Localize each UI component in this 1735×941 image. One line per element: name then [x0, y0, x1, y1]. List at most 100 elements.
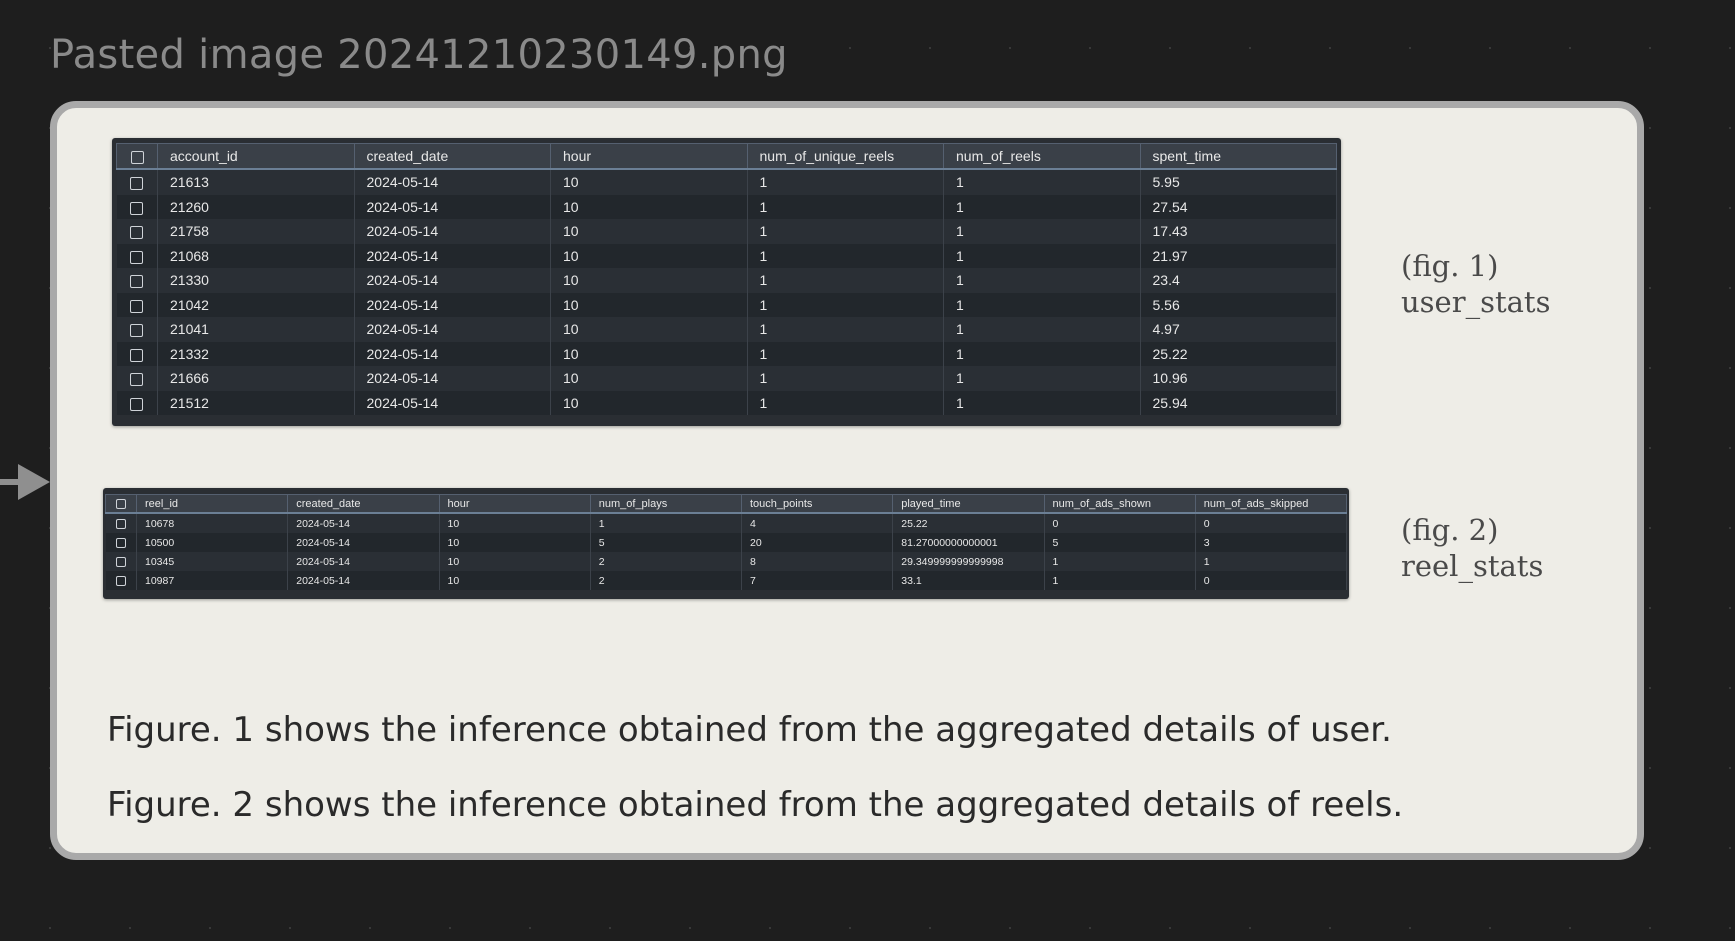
canvas-node-title[interactable]: Pasted image 20241210230149.png [50, 32, 788, 78]
table-row: 21330 2024-05-14 10 1 1 23.4 [116, 268, 1337, 293]
table-cell: 33.1 [892, 571, 1045, 590]
checkbox-icon [130, 373, 144, 387]
table-cell: 10 [550, 219, 748, 244]
table-cell: 2024-05-14 [354, 366, 551, 391]
table-row: 10678 2024-05-14 10 1 4 25.22 0 0 [105, 513, 1348, 533]
table-cell: 2 [590, 571, 743, 590]
table-cell: 5.95 [1140, 169, 1337, 195]
checkbox-icon [115, 575, 126, 586]
table-cell: 1 [943, 366, 1141, 391]
table-row: 21758 2024-05-14 10 1 1 17.43 [116, 219, 1337, 244]
table-cell: 23.4 [1140, 268, 1337, 293]
column-header: spent_time [1139, 143, 1337, 170]
table-row: 21613 2024-05-14 10 1 1 5.95 [116, 169, 1337, 195]
checkbox-icon [116, 498, 126, 509]
row-select-cell [116, 169, 158, 195]
table-cell: 1 [943, 219, 1141, 244]
image-card[interactable]: account_id created_date hour num_of_uniq… [50, 101, 1644, 860]
table-cell: 2024-05-14 [354, 317, 551, 342]
table-cell: 10.96 [1140, 366, 1337, 391]
row-select-cell [116, 243, 158, 268]
table-cell: 10 [550, 341, 748, 366]
table-cell: 0 [1195, 571, 1348, 590]
table-cell: 10500 [136, 533, 289, 552]
table-row: 10987 2024-05-14 10 2 7 33.1 1 0 [105, 571, 1348, 590]
column-header: num_of_ads_shown [1043, 494, 1196, 514]
table-cell: 2024-05-14 [354, 390, 551, 415]
table-cell: 17.43 [1140, 219, 1337, 244]
reel-stats-table: reel_id created_date hour num_of_plays t… [105, 494, 1348, 590]
table-cell: 10 [550, 390, 748, 415]
table-cell: 1 [747, 169, 944, 195]
column-header: num_of_reels [943, 143, 1141, 170]
checkbox-icon [130, 348, 144, 362]
user-stats-table: account_id created_date hour num_of_uniq… [116, 143, 1337, 415]
table-cell: 21.97 [1140, 243, 1337, 268]
checkbox-icon [130, 250, 144, 264]
column-header: hour [438, 494, 591, 514]
checkbox-icon [130, 150, 144, 164]
table-cell: 3 [1195, 533, 1348, 552]
table-cell: 10 [439, 513, 591, 533]
table-cell: 1 [943, 292, 1141, 317]
table-cell: 1 [1044, 552, 1196, 571]
edge-connector-line[interactable] [0, 479, 20, 485]
table-cell: 5.56 [1140, 292, 1337, 317]
fig2-number: (fig. 2) [1401, 513, 1499, 547]
edge-arrowhead-icon [18, 464, 50, 500]
table-header-row: account_id created_date hour num_of_uniq… [116, 143, 1337, 170]
column-header: num_of_plays [589, 494, 743, 514]
fig2-name: reel_stats [1401, 549, 1544, 583]
table-cell: 81.27000000000001 [892, 533, 1045, 552]
table-row: 21041 2024-05-14 10 1 1 4.97 [116, 317, 1337, 342]
table-cell: 1 [747, 243, 944, 268]
fig1-name: user_stats [1401, 285, 1551, 319]
table-cell: 25.22 [1140, 341, 1337, 366]
row-select-cell [105, 552, 137, 571]
table-cell: 1 [747, 390, 944, 415]
row-select-cell [116, 366, 158, 391]
table-cell: 1 [943, 317, 1141, 342]
table-cell: 2024-05-14 [354, 292, 551, 317]
table-cell: 25.94 [1140, 390, 1337, 415]
select-all-cell [116, 143, 158, 170]
checkbox-icon [130, 177, 144, 191]
fig2-label: (fig. 2) reel_stats [1401, 512, 1543, 584]
table-cell: 2024-05-14 [287, 571, 440, 590]
table-cell: 1 [747, 219, 944, 244]
table-cell: 2024-05-14 [354, 268, 551, 293]
table-cell: 29.349999999999998 [892, 552, 1045, 571]
table-row: 21042 2024-05-14 10 1 1 5.56 [116, 292, 1337, 317]
table-cell: 10987 [136, 571, 289, 590]
table-cell: 7 [741, 571, 894, 590]
table-cell: 10678 [136, 513, 289, 533]
table-cell: 20 [741, 533, 894, 552]
row-select-cell [116, 390, 158, 415]
column-header: created_date [287, 494, 440, 514]
table-cell: 10 [550, 292, 748, 317]
row-select-cell [105, 533, 137, 552]
table-cell: 1 [747, 194, 944, 219]
table-cell: 25.22 [892, 513, 1045, 533]
table-row: 21332 2024-05-14 10 1 1 25.22 [116, 341, 1337, 366]
table-cell: 5 [1044, 533, 1196, 552]
row-select-cell [116, 292, 158, 317]
table-cell: 2024-05-14 [354, 341, 551, 366]
table-cell: 21332 [157, 341, 355, 366]
table-cell: 2 [590, 552, 743, 571]
table-cell: 1 [590, 513, 743, 533]
checkbox-icon [130, 275, 144, 289]
table-cell: 10 [550, 317, 748, 342]
table-header-row: reel_id created_date hour num_of_plays t… [105, 494, 1348, 514]
column-header: hour [550, 143, 748, 170]
table-cell: 21260 [157, 194, 355, 219]
table-cell: 21330 [157, 268, 355, 293]
column-header: created_date [353, 143, 551, 170]
fig1-number: (fig. 1) [1401, 249, 1499, 283]
column-header: account_id [157, 143, 355, 170]
table-cell: 1 [1195, 552, 1348, 571]
table-cell: 10 [439, 552, 591, 571]
table-cell: 21758 [157, 219, 355, 244]
table-cell: 21042 [157, 292, 355, 317]
table-cell: 2024-05-14 [287, 552, 440, 571]
